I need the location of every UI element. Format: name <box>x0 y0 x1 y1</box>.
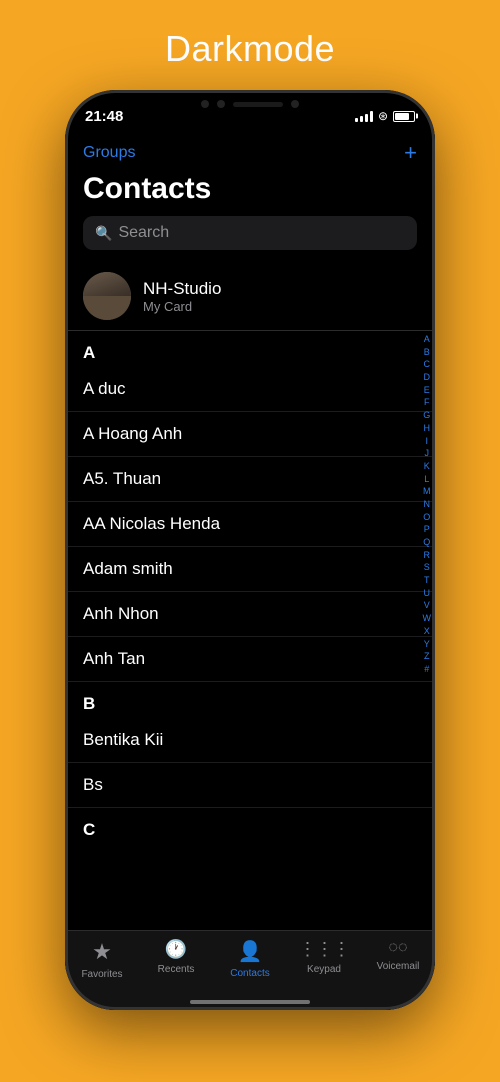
section-header-a: A <box>65 331 435 367</box>
battery-icon <box>393 111 415 122</box>
tab-keypad[interactable]: ⋮⋮⋮ Keypad <box>287 939 361 975</box>
my-card[interactable]: NH-Studio My Card <box>65 262 435 331</box>
status-icons: ⊛ <box>355 109 415 123</box>
groups-button[interactable]: Groups <box>83 144 135 162</box>
my-card-name: NH-Studio <box>143 279 221 299</box>
contacts-heading: Contacts <box>65 168 435 216</box>
avatar <box>83 272 131 320</box>
add-contact-button[interactable]: + <box>404 142 417 164</box>
phone-frame: 21:48 ⊛ Groups + Contacts 🔍 Search <box>65 90 435 1010</box>
list-item[interactable]: A5. Thuan <box>65 457 435 502</box>
section-header-b: B <box>65 682 435 718</box>
tab-recents-label: Recents <box>158 964 195 975</box>
tab-contacts-label: Contacts <box>230 968 269 979</box>
tab-favorites[interactable]: ★ Favorites <box>65 939 139 980</box>
keypad-icon: ⋮⋮⋮ <box>299 939 350 960</box>
notch <box>170 90 330 118</box>
home-indicator <box>190 1000 310 1004</box>
app-screen: Groups + Contacts 🔍 Search NH-Studio My … <box>65 134 435 1010</box>
voicemail-icon: ◌◌ <box>388 939 407 957</box>
contacts-list: A A duc A Hoang Anh A5. Thuan AA Nicolas… <box>65 331 435 1010</box>
list-item[interactable]: Adam smith <box>65 547 435 592</box>
tab-voicemail[interactable]: ◌◌ Voicemail <box>361 939 435 972</box>
tab-recents[interactable]: 🕐 Recents <box>139 939 213 975</box>
list-item[interactable]: Bs <box>65 763 435 808</box>
alphabet-index[interactable]: A B C D E F G H I J K L M N O P Q R S T … <box>423 334 432 676</box>
nav-bar: Groups + <box>65 134 435 168</box>
signal-icon <box>355 110 373 122</box>
tab-bar: ★ Favorites 🕐 Recents 👤 Contacts ⋮⋮⋮ Key… <box>65 930 435 1010</box>
tab-voicemail-label: Voicemail <box>377 961 420 972</box>
tab-contacts[interactable]: 👤 Contacts <box>213 939 287 979</box>
list-item[interactable]: AA Nicolas Henda <box>65 502 435 547</box>
contacts-icon: 👤 <box>238 939 263 964</box>
wifi-icon: ⊛ <box>378 109 388 123</box>
search-bar[interactable]: 🔍 Search <box>83 216 417 250</box>
list-item[interactable]: Anh Tan <box>65 637 435 682</box>
list-item[interactable]: A Hoang Anh <box>65 412 435 457</box>
tab-keypad-label: Keypad <box>307 964 341 975</box>
my-card-info: NH-Studio My Card <box>143 279 221 314</box>
my-card-subtitle: My Card <box>143 299 221 314</box>
list-item[interactable]: A duc <box>65 367 435 412</box>
recents-icon: 🕐 <box>165 939 187 960</box>
section-header-c: C <box>65 808 435 844</box>
list-item[interactable]: Anh Nhon <box>65 592 435 637</box>
search-input[interactable]: Search <box>118 224 169 242</box>
search-icon: 🔍 <box>95 225 112 242</box>
favorites-icon: ★ <box>92 939 112 965</box>
status-time: 21:48 <box>85 108 123 125</box>
list-item[interactable]: Bentika Kii <box>65 718 435 763</box>
page-title: Darkmode <box>165 28 335 70</box>
tab-favorites-label: Favorites <box>81 969 122 980</box>
